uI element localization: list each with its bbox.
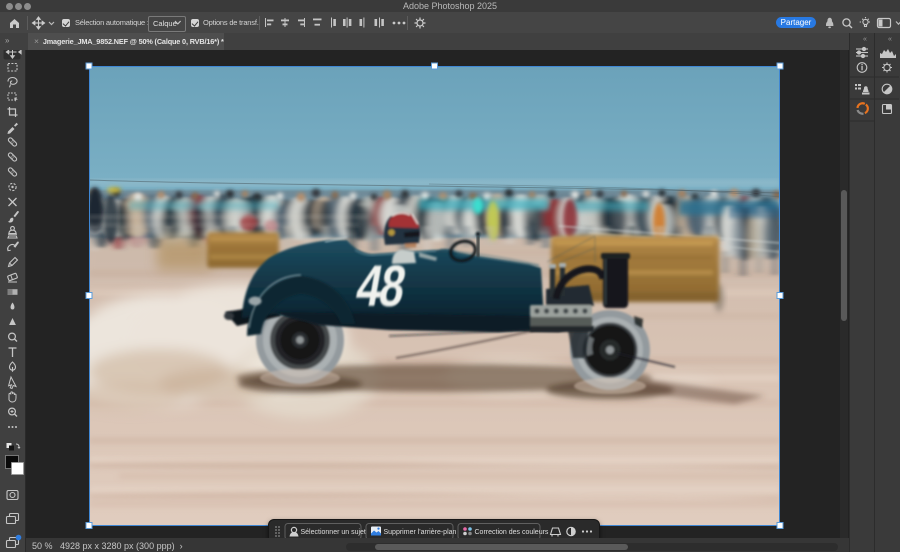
- svg-text:Supprimer l'arrière-plan: Supprimer l'arrière-plan: [384, 529, 457, 536]
- svg-text:Correction des couleurs: Correction des couleurs: [475, 529, 549, 536]
- svg-text:Sélectionner un sujet: Sélectionner un sujet: [301, 529, 366, 536]
- svg-text:«: «: [888, 36, 892, 43]
- svg-text:«: «: [863, 36, 867, 43]
